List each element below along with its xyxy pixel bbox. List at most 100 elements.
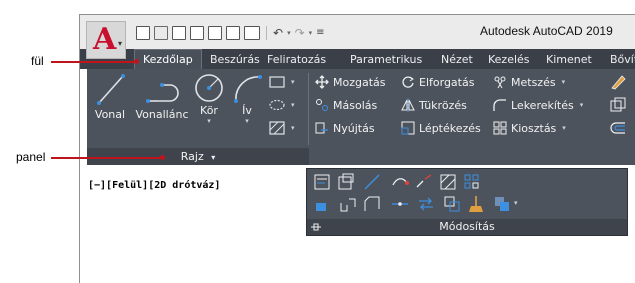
blend-icon[interactable]	[391, 173, 409, 191]
save-icon[interactable]	[172, 26, 186, 40]
join-icon[interactable]	[339, 195, 357, 213]
undo-dropdown-icon[interactable]: ▾	[287, 29, 291, 37]
tab-output[interactable]: Kimenet	[546, 50, 592, 69]
chamfer-icon[interactable]	[363, 195, 381, 213]
redo-icon[interactable]: ↷	[295, 26, 305, 40]
tab-manage[interactable]: Kezelés	[488, 50, 530, 69]
array-icon	[493, 121, 507, 135]
edit-array-icon[interactable]	[463, 173, 481, 191]
fillet-tool-button[interactable]: Lekerekítés ▾	[493, 96, 583, 114]
copy-tool-button[interactable]: Másolás	[315, 96, 377, 114]
redo-dropdown-icon[interactable]: ▾	[309, 29, 313, 37]
customize-qat-icon[interactable]: ≡	[316, 26, 324, 40]
circle-icon	[195, 74, 223, 102]
open-web-icon[interactable]	[208, 26, 222, 40]
callout-tab-line	[51, 61, 137, 63]
arc-tool-button[interactable]: Ív ▾	[229, 71, 265, 125]
line-tool-label: Vonal	[94, 108, 126, 121]
window-title: Autodesk AutoCAD 2019	[480, 24, 613, 38]
tab-insert[interactable]: Beszúrás	[210, 50, 260, 69]
plot-icon[interactable]	[244, 26, 260, 40]
callout-panel-line	[51, 157, 163, 159]
draworder-dropdown-icon[interactable]: ▾	[514, 199, 518, 207]
ribbon-tab-bar: Kezdőlap Beszúrás Feliratozás Parametrik…	[80, 49, 635, 70]
circle-dropdown-icon[interactable]: ▾	[191, 117, 227, 125]
mirror-tool-button[interactable]: Tükrözés	[401, 96, 467, 114]
rotate-tool-button[interactable]: Elforgatás	[401, 73, 474, 91]
rotate-icon	[402, 76, 414, 88]
move-tool-label: Mozgatás	[333, 75, 386, 89]
copy-tool-label: Másolás	[333, 98, 378, 112]
modify-panel-expanded: ▾ Módosítás	[306, 168, 628, 236]
trim-tool-button[interactable]: Metszés ▾	[493, 73, 565, 91]
stretch-tool-label: Nyújtás	[333, 121, 375, 135]
new-file-icon[interactable]	[136, 26, 150, 40]
hatch-tool-button[interactable]: ▾	[269, 119, 295, 137]
draworder-icon[interactable]	[313, 195, 331, 213]
rotate-tool-label: Elforgatás	[419, 75, 475, 89]
line-tool-button[interactable]: Vonal	[90, 71, 130, 121]
save-as-icon[interactable]	[190, 26, 204, 40]
rectangle-tool-button[interactable]: ▾	[269, 73, 295, 91]
offset-icon[interactable]	[609, 119, 627, 137]
pin-icon[interactable]	[311, 223, 321, 231]
tab-addins[interactable]: Bővít	[610, 50, 635, 69]
stretch-icon	[315, 122, 328, 134]
ellipse-tool-button[interactable]: ▾	[269, 96, 295, 114]
save-web-icon[interactable]	[226, 26, 240, 40]
reverse-icon[interactable]	[417, 195, 435, 213]
hatch-dropdown-icon[interactable]: ▾	[291, 124, 295, 132]
array-dropdown-icon[interactable]: ▾	[562, 124, 566, 132]
callout-tab-dot	[134, 59, 139, 64]
fillet-icon	[493, 99, 506, 111]
tab-annotate[interactable]: Feliratozás	[267, 50, 326, 69]
scale-tool-label: Léptékezés	[419, 121, 481, 135]
trim-dropdown-icon[interactable]: ▾	[562, 78, 566, 86]
move-tool-button[interactable]: Mozgatás	[315, 73, 386, 91]
draw-panel-expand-icon[interactable]: ▾	[211, 153, 215, 162]
rectangle-dropdown-icon[interactable]: ▾	[291, 78, 295, 86]
ellipse-icon	[269, 99, 285, 111]
arc-dropdown-icon[interactable]: ▾	[229, 117, 265, 125]
tab-parametric[interactable]: Parametrikus	[350, 50, 422, 69]
polyline-tool-button[interactable]: Vonallánc	[131, 71, 193, 121]
match-properties-icon[interactable]	[337, 173, 355, 191]
undo-icon[interactable]: ↶	[273, 26, 283, 40]
bring-to-front-icon[interactable]	[493, 195, 511, 213]
overkill-icon[interactable]	[443, 195, 461, 213]
copy-icon	[316, 99, 328, 111]
open-folder-icon[interactable]	[154, 26, 168, 40]
autocad-logo: A	[93, 22, 117, 57]
circle-tool-button[interactable]: Kör ▾	[191, 71, 227, 125]
rectangle-icon	[269, 76, 285, 88]
viewport-controls-label[interactable]: [−][Felül][2D drótváz]	[88, 180, 220, 191]
tab-view[interactable]: Nézet	[441, 50, 473, 69]
edit-hatch-icon[interactable]	[439, 173, 457, 191]
array-tool-button[interactable]: Kiosztás ▾	[493, 119, 566, 137]
stretch-tool-button[interactable]: Nyújtás	[315, 119, 375, 137]
mirror-icon	[401, 98, 415, 112]
lengthen-icon[interactable]	[363, 173, 381, 191]
modify-panel-title[interactable]: Módosítás	[307, 219, 627, 235]
edit-properties-icon[interactable]	[313, 173, 331, 191]
erase-icon[interactable]	[609, 73, 627, 91]
fillet-dropdown-icon[interactable]: ▾	[580, 101, 584, 109]
draw-panel-title-label: Rajz	[180, 150, 204, 163]
autocad-window: ↶ ▾ ↷ ▾ ≡ Autodesk AutoCAD 2019 Kezdőlap…	[79, 14, 635, 283]
break-at-point-icon[interactable]	[391, 195, 409, 213]
break-icon[interactable]	[415, 173, 433, 191]
title-bar: ↶ ▾ ↷ ▾ ≡ Autodesk AutoCAD 2019	[80, 15, 635, 49]
callout-panel-label: panel	[16, 150, 46, 164]
array-tool-label: Kiosztás	[511, 121, 557, 135]
qat-separator	[266, 26, 267, 40]
modify-panel-title-label: Módosítás	[439, 220, 495, 233]
application-menu-button[interactable]: A ▾	[86, 21, 126, 59]
polyline-tool-label: Vonallánc	[135, 108, 189, 121]
fillet-tool-label: Lekerekítés	[511, 98, 574, 112]
scale-tool-button[interactable]: Léptékezés	[401, 119, 481, 137]
explode-icon[interactable]	[609, 96, 627, 114]
broom-icon[interactable]	[467, 195, 485, 213]
trim-icon	[494, 76, 506, 89]
tab-home[interactable]: Kezdőlap	[134, 49, 202, 70]
ellipse-dropdown-icon[interactable]: ▾	[291, 101, 295, 109]
